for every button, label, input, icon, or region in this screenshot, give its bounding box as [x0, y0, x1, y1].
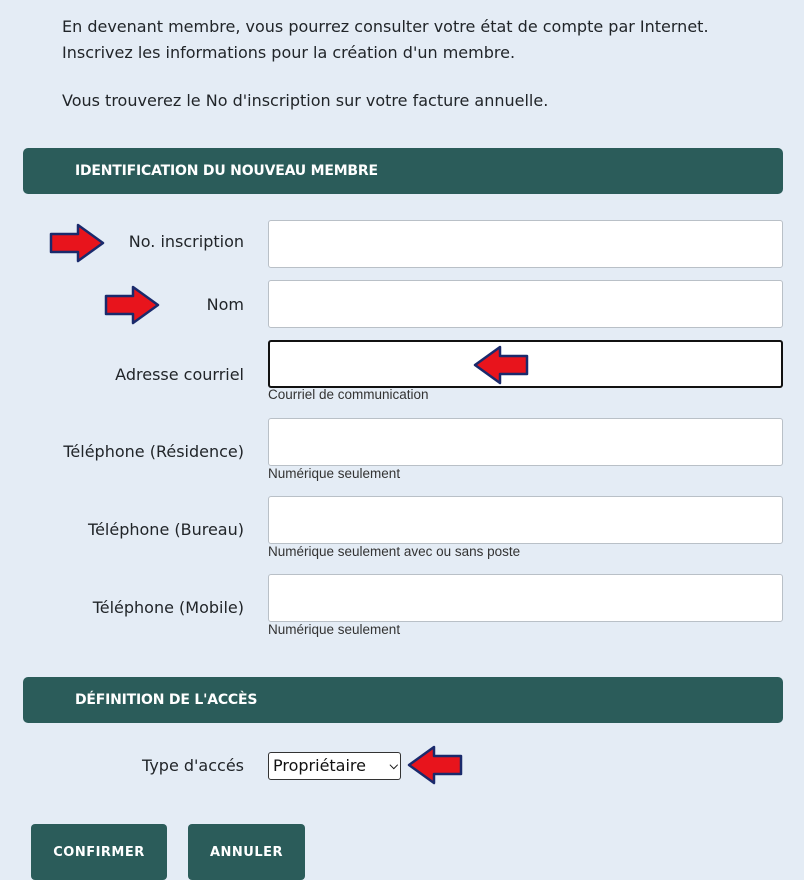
intro-line-2: Inscrivez les informations pour la créat…	[62, 43, 516, 62]
registration-number-input[interactable]	[268, 220, 783, 268]
phone-office-input[interactable]	[268, 496, 783, 544]
access-type-select[interactable]: Propriétaire ⌵	[268, 752, 401, 780]
section-header-access: DÉFINITION DE L'ACCÈS	[23, 677, 783, 723]
phone-home-input[interactable]	[268, 418, 783, 466]
section-header-identification: IDENTIFICATION DU NOUVEAU MEMBRE	[23, 148, 783, 194]
arrow-left-icon	[473, 345, 529, 385]
phone-office-label: Téléphone (Bureau)	[88, 520, 244, 539]
arrow-right-icon	[49, 223, 105, 263]
phone-mobile-label: Téléphone (Mobile)	[92, 598, 244, 617]
phone-office-hint: Numérique seulement avec ou sans poste	[268, 544, 521, 559]
chevron-down-icon: ⌵	[389, 759, 398, 772]
intro-line-1: En devenant membre, vous pourrez consult…	[62, 17, 709, 36]
arrow-left-icon	[407, 745, 463, 785]
intro-line-3: Vous trouverez le No d'inscription sur v…	[62, 91, 549, 110]
phone-home-hint: Numérique seulement	[268, 466, 401, 481]
access-type-label: Type d'accés	[142, 756, 244, 775]
phone-home-label: Téléphone (Résidence)	[63, 442, 244, 461]
confirm-button[interactable]: CONFIRMER	[31, 824, 167, 880]
email-hint: Courriel de communication	[268, 387, 429, 402]
registration-label: No. inscription	[128, 232, 244, 251]
cancel-button[interactable]: ANNULER	[188, 824, 305, 880]
name-label: Nom	[206, 295, 244, 314]
email-label: Adresse courriel	[115, 365, 244, 384]
intro-text: En devenant membre, vous pourrez consult…	[62, 14, 792, 114]
name-input[interactable]	[268, 280, 783, 328]
arrow-right-icon	[104, 285, 160, 325]
phone-mobile-hint: Numérique seulement	[268, 622, 401, 637]
phone-mobile-input[interactable]	[268, 574, 783, 622]
access-type-value: Propriétaire	[273, 756, 366, 775]
